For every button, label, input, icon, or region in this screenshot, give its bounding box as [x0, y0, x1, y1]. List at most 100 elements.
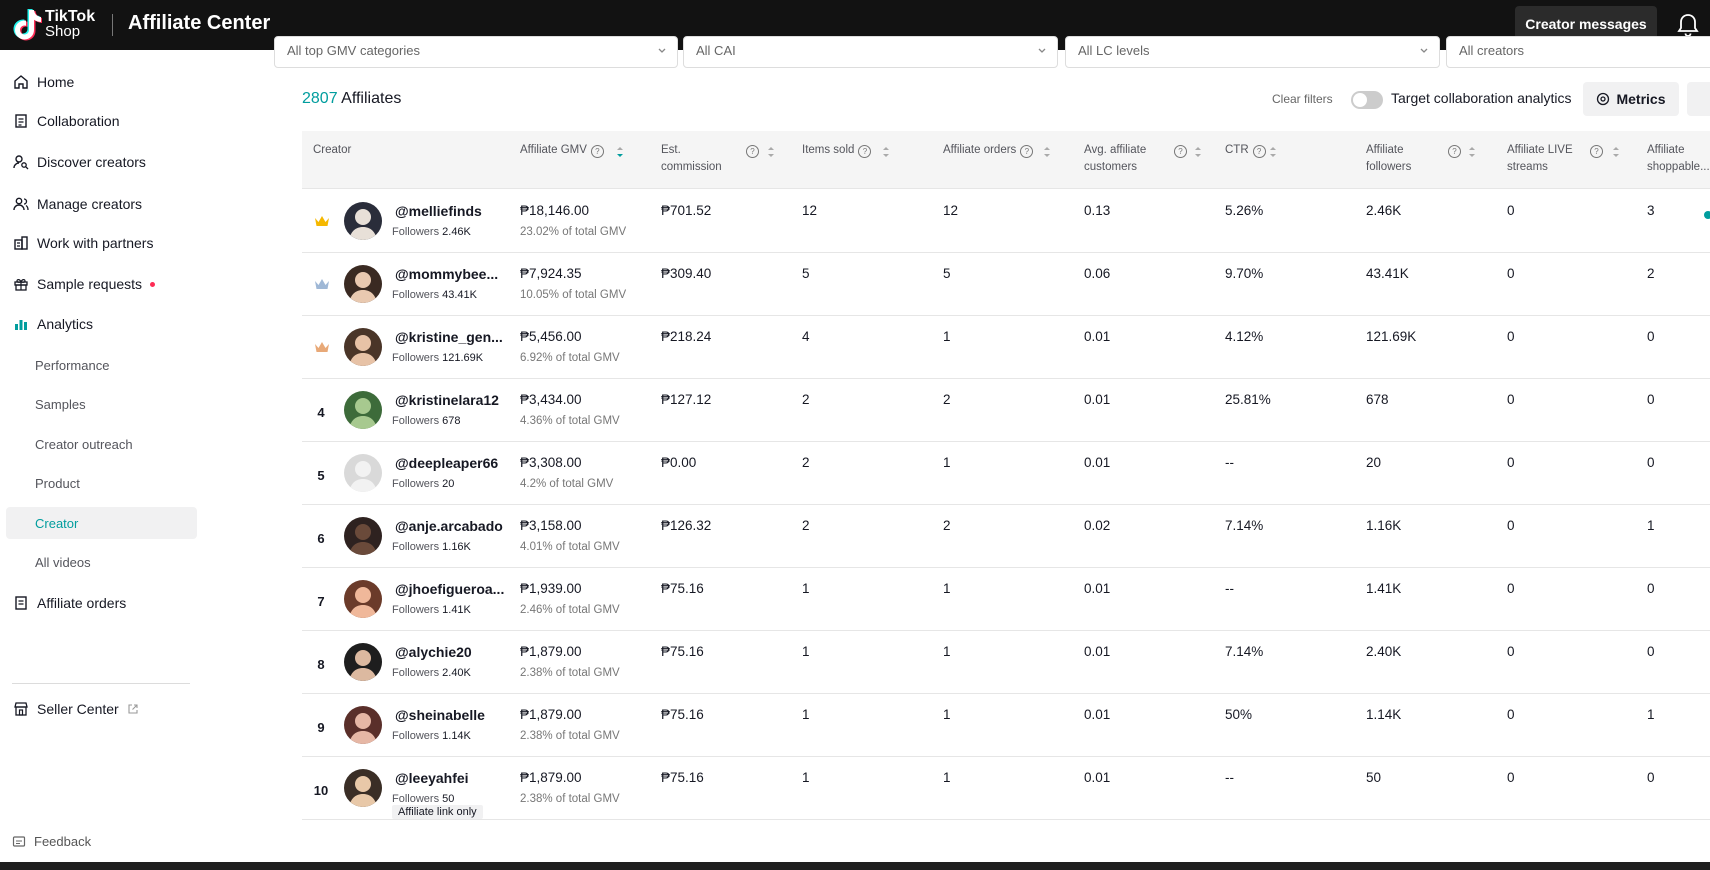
- table-row[interactable]: 10 @leeyahfei Followers 50 Affiliate lin…: [302, 756, 1710, 820]
- avatar[interactable]: [344, 769, 382, 807]
- avatar[interactable]: [344, 643, 382, 681]
- clear-filters-button[interactable]: Clear filters: [1272, 92, 1333, 106]
- table-row[interactable]: 7 @jhoefigueroa... Followers 1.41K ₱1,93…: [302, 567, 1710, 631]
- sidebar-sub-creator[interactable]: Creator: [6, 507, 197, 539]
- cell-shoppable: 0: [1647, 329, 1655, 344]
- sidebar-item-sample-requests[interactable]: Sample requests: [6, 268, 197, 300]
- more-options-button[interactable]: [1687, 82, 1710, 116]
- cell-gmv-share: 4.2% of total GMV: [520, 478, 614, 490]
- logo-text: TikTok Shop: [45, 9, 95, 40]
- filter-gmv-categories[interactable]: All top GMV categories: [274, 36, 678, 68]
- col-affiliate-orders[interactable]: Affiliate orders?: [943, 131, 1034, 188]
- creator-handle[interactable]: @anje.arcabado: [395, 518, 503, 534]
- sidebar-item-work-with-partners[interactable]: Work with partners: [6, 227, 197, 259]
- cell-gmv-share: 23.02% of total GMV: [520, 226, 627, 238]
- table-row[interactable]: 6 @anje.arcabado Followers 1.16K ₱3,158.…: [302, 504, 1710, 568]
- avatar[interactable]: [344, 454, 382, 492]
- table-row[interactable]: @kristine_gen... Followers 121.69K ₱5,45…: [302, 315, 1710, 379]
- help-icon[interactable]: ?: [858, 145, 872, 158]
- sort-icon[interactable]: [1468, 145, 1476, 159]
- avatar-image: [344, 328, 382, 366]
- creator-handle[interactable]: @leeyahfei: [395, 770, 469, 786]
- cell-shoppable: 0: [1647, 455, 1655, 470]
- filter-lc-levels[interactable]: All LC levels: [1065, 36, 1440, 68]
- creator-handle[interactable]: @sheinabelle: [395, 707, 485, 723]
- creator-handle[interactable]: @deepleaper66: [395, 455, 498, 471]
- col-ctr[interactable]: CTR?: [1225, 131, 1266, 188]
- sidebar-item-home[interactable]: Home: [6, 66, 197, 98]
- avatar[interactable]: [344, 706, 382, 744]
- help-icon[interactable]: ?: [1590, 145, 1603, 158]
- creator-handle[interactable]: @kristine_gen...: [395, 329, 503, 345]
- sidebar-item-seller-center[interactable]: Seller Center: [6, 693, 197, 725]
- col-affiliate-shoppable[interactable]: Affiliate shoppable...: [1647, 131, 1710, 188]
- filter-cai[interactable]: All CAI: [683, 36, 1058, 68]
- metrics-button[interactable]: Metrics: [1583, 82, 1679, 116]
- target-collaboration-toggle[interactable]: [1351, 91, 1383, 109]
- cell-items-sold: 1: [802, 707, 810, 722]
- help-icon[interactable]: ?: [590, 145, 604, 158]
- bell-icon[interactable]: [1676, 12, 1700, 38]
- table-row[interactable]: 5 @deepleaper66 Followers 20 ₱3,308.00 4…: [302, 441, 1710, 505]
- sidebar-sub-performance[interactable]: Performance: [6, 349, 197, 381]
- cell-affiliate-followers: 678: [1366, 392, 1389, 407]
- tiktok-shop-logo[interactable]: TikTok Shop: [12, 6, 98, 44]
- col-est-commission[interactable]: Est. commission: [661, 131, 741, 188]
- table-row[interactable]: 9 @sheinabelle Followers 1.14K ₱1,879.00…: [302, 693, 1710, 757]
- cell-orders: 2: [943, 392, 951, 407]
- sidebar-item-manage-creators[interactable]: Manage creators: [6, 188, 197, 220]
- sidebar-item-analytics[interactable]: Analytics: [6, 308, 197, 340]
- bottom-scrollbar[interactable]: [0, 862, 1710, 870]
- filter-value: All creators: [1459, 43, 1525, 58]
- sort-icon[interactable]: [1612, 145, 1620, 159]
- table-row[interactable]: 4 @kristinelara12 Followers 678 ₱3,434.0…: [302, 378, 1710, 442]
- sidebar-item-discover-creators[interactable]: Discover creators: [6, 146, 197, 178]
- creator-handle[interactable]: @alychie20: [395, 644, 472, 660]
- col-items-sold[interactable]: Items sold?: [802, 131, 872, 188]
- creator-handle[interactable]: @kristinelara12: [395, 392, 499, 408]
- cell-orders: 1: [943, 329, 951, 344]
- help-icon[interactable]: ?: [1448, 145, 1461, 158]
- cell-avg-customers: 0.01: [1084, 455, 1111, 470]
- table-row[interactable]: @mommybee... Followers 43.41K ₱7,924.35 …: [302, 252, 1710, 316]
- col-label: followers: [1366, 161, 1412, 173]
- col-avg-customers[interactable]: Avg. affiliate customers: [1084, 131, 1174, 188]
- help-icon[interactable]: ?: [1252, 145, 1266, 158]
- sort-icon[interactable]: [1269, 145, 1277, 159]
- sidebar-sub-product[interactable]: Product: [6, 467, 197, 499]
- col-affiliate-followers[interactable]: Affiliate followers: [1366, 131, 1446, 188]
- sidebar-sub-samples[interactable]: Samples: [6, 388, 197, 420]
- filter-creators[interactable]: All creators: [1446, 36, 1710, 68]
- help-icon[interactable]: ?: [1020, 145, 1034, 158]
- col-label: CTR: [1225, 144, 1249, 156]
- avatar[interactable]: [344, 391, 382, 429]
- sidebar-item-affiliate-orders[interactable]: Affiliate orders: [6, 587, 197, 619]
- cell-items-sold: 2: [802, 518, 810, 533]
- col-affiliate-gmv[interactable]: Affiliate GMV?: [520, 131, 604, 188]
- avatar[interactable]: [344, 328, 382, 366]
- creator-handle[interactable]: @mommybee...: [395, 266, 498, 282]
- avatar[interactable]: [344, 202, 382, 240]
- table-row[interactable]: @melliefinds Followers 2.46K ₱18,146.00 …: [302, 189, 1710, 253]
- help-icon[interactable]: ?: [746, 145, 759, 158]
- sidebar-item-collaboration[interactable]: Collaboration: [6, 105, 197, 137]
- avatar[interactable]: [344, 265, 382, 303]
- creator-handle[interactable]: @melliefinds: [395, 203, 482, 219]
- sort-icon[interactable]: [1194, 145, 1202, 159]
- sidebar-sub-creator-outreach[interactable]: Creator outreach: [6, 428, 197, 460]
- creator-followers: Followers 50: [392, 793, 454, 805]
- sidebar-sub-all-videos[interactable]: All videos: [6, 546, 197, 578]
- feedback-link[interactable]: Feedback: [12, 834, 91, 849]
- avatar[interactable]: [344, 580, 382, 618]
- creator-handle[interactable]: @jhoefigueroa...: [395, 581, 504, 597]
- sort-icon-active[interactable]: [616, 145, 624, 159]
- cell-shoppable: 0: [1647, 581, 1655, 596]
- col-affiliate-live[interactable]: Affiliate LIVE streams: [1507, 131, 1597, 188]
- table-row[interactable]: 8 @alychie20 Followers 2.40K ₱1,879.00 2…: [302, 630, 1710, 694]
- avatar[interactable]: [344, 517, 382, 555]
- sort-icon[interactable]: [767, 145, 775, 159]
- cell-avg-customers: 0.01: [1084, 707, 1111, 722]
- help-icon[interactable]: ?: [1174, 145, 1187, 158]
- sort-icon[interactable]: [882, 145, 890, 159]
- sort-icon[interactable]: [1043, 145, 1051, 159]
